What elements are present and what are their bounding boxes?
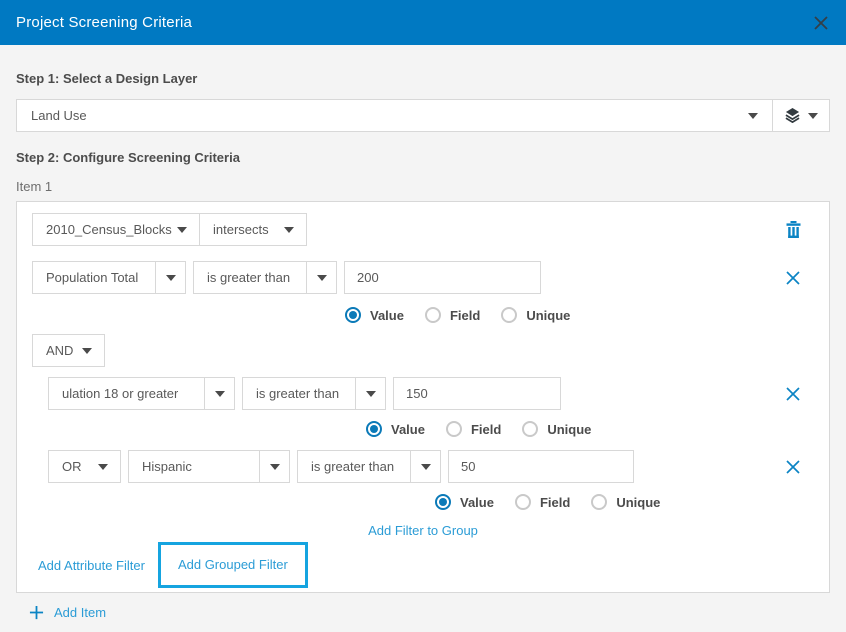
radio-value-label: Value	[391, 422, 425, 437]
design-layer-dropdown[interactable]: Land Use	[17, 100, 772, 131]
chevron-down-icon	[366, 391, 376, 397]
chevron-down-button[interactable]	[355, 378, 385, 409]
operator-select[interactable]: is greater than	[242, 377, 386, 410]
grouped-filter-row: OR Hispanic is greater than	[48, 450, 829, 483]
field-select[interactable]: Population Total	[32, 261, 186, 294]
layer-options-button[interactable]	[772, 100, 829, 131]
radio-value[interactable]	[366, 421, 382, 437]
field-value: Population Total	[33, 270, 138, 285]
design-layer-value: Land Use	[17, 108, 87, 123]
radio-value[interactable]	[345, 307, 361, 323]
radio-field-label: Field	[450, 308, 480, 323]
radio-field[interactable]	[446, 421, 462, 437]
chevron-down-icon	[177, 227, 187, 233]
spatial-operator-value: intersects	[200, 222, 269, 237]
join-operator-row: AND	[32, 334, 829, 367]
radio-unique[interactable]	[522, 421, 538, 437]
add-item-row: Add Item	[29, 605, 830, 620]
chevron-down-icon	[421, 464, 431, 470]
chevron-down-icon	[82, 348, 92, 354]
add-grouped-filter-link[interactable]: Add Grouped Filter	[178, 557, 288, 572]
dialog-title: Project Screening Criteria	[16, 14, 192, 31]
radio-unique-label: Unique	[547, 422, 591, 437]
step2-label: Step 2: Configure Screening Criteria	[16, 150, 830, 165]
chevron-down-icon	[284, 227, 294, 233]
chevron-down-button[interactable]	[306, 262, 336, 293]
filter-value-input[interactable]	[393, 377, 561, 410]
field-select[interactable]: ulation 18 or greater	[48, 377, 235, 410]
close-icon	[786, 387, 800, 401]
item-panel: 2010_Census_Blocks intersects	[16, 201, 830, 593]
dialog-body: Step 1: Select a Design Layer Land Use S…	[0, 71, 846, 620]
value-type-radio-group: Value Field Unique	[345, 307, 829, 323]
add-attribute-filter-link[interactable]: Add Attribute Filter	[38, 558, 145, 573]
join-operator-select[interactable]: OR	[48, 450, 121, 483]
radio-field-label: Field	[540, 495, 570, 510]
radio-field-label: Field	[471, 422, 501, 437]
chevron-down-icon	[215, 391, 225, 397]
focus-ring: Add Grouped Filter	[158, 542, 308, 588]
chevron-down-icon	[270, 464, 280, 470]
filter-value-input[interactable]	[448, 450, 634, 483]
add-filter-to-group-row: Add Filter to Group	[17, 522, 829, 538]
chevron-down-icon	[317, 275, 327, 281]
radio-unique[interactable]	[591, 494, 607, 510]
radio-value[interactable]	[435, 494, 451, 510]
radio-unique-label: Unique	[526, 308, 570, 323]
delete-item-button[interactable]	[784, 221, 802, 239]
chevron-down-icon	[748, 113, 758, 119]
operator-select[interactable]: is greater than	[297, 450, 441, 483]
criteria-layer-select[interactable]: 2010_Census_Blocks	[32, 213, 200, 246]
join-operator-value: OR	[49, 459, 82, 474]
radio-unique-label: Unique	[616, 495, 660, 510]
chevron-down-icon	[98, 464, 108, 470]
close-icon	[786, 460, 800, 474]
layers-icon	[785, 108, 800, 123]
remove-filter-button[interactable]	[784, 269, 802, 287]
filter-actions-row: Add Attribute Filter Add Grouped Filter	[38, 542, 829, 588]
remove-filter-button[interactable]	[784, 385, 802, 403]
radio-unique[interactable]	[501, 307, 517, 323]
chevron-down-button[interactable]	[259, 451, 289, 482]
add-filter-to-group-link[interactable]: Add Filter to Group	[368, 523, 478, 538]
dialog-header: Project Screening Criteria	[0, 0, 846, 45]
field-value: ulation 18 or greater	[49, 386, 178, 401]
chevron-down-button[interactable]	[410, 451, 440, 482]
close-icon	[786, 271, 800, 285]
project-screening-criteria-dialog: Project Screening Criteria Step 1: Selec…	[0, 0, 846, 632]
chevron-down-button[interactable]	[155, 262, 185, 293]
add-item-link[interactable]: Add Item	[54, 605, 106, 620]
remove-filter-button[interactable]	[784, 458, 802, 476]
operator-select[interactable]: is greater than	[193, 261, 337, 294]
operator-value: is greater than	[194, 270, 290, 285]
join-operator-value: AND	[33, 343, 73, 358]
field-value: Hispanic	[129, 459, 192, 474]
layer-operator-row: 2010_Census_Blocks intersects	[32, 213, 829, 246]
attribute-filter-row: Population Total is greater than	[32, 261, 829, 294]
operator-value: is greater than	[243, 386, 339, 401]
chevron-down-button[interactable]	[204, 378, 234, 409]
radio-field[interactable]	[515, 494, 531, 510]
grouped-filter-row: ulation 18 or greater is greater than	[48, 377, 829, 410]
field-select[interactable]: Hispanic	[128, 450, 290, 483]
value-type-radio-group: Value Field Unique	[435, 494, 829, 510]
design-layer-select: Land Use	[16, 99, 830, 132]
radio-field[interactable]	[425, 307, 441, 323]
spatial-operator-select[interactable]: intersects	[199, 213, 307, 246]
radio-value-label: Value	[460, 495, 494, 510]
close-icon[interactable]	[812, 14, 830, 32]
chevron-down-icon	[808, 113, 818, 119]
radio-value-label: Value	[370, 308, 404, 323]
chevron-down-icon	[166, 275, 176, 281]
item-label: Item 1	[16, 179, 830, 194]
operator-value: is greater than	[298, 459, 394, 474]
trash-icon	[786, 221, 801, 238]
value-type-radio-group: Value Field Unique	[366, 421, 829, 437]
criteria-layer-value: 2010_Census_Blocks	[33, 222, 172, 237]
filter-value-input[interactable]	[344, 261, 541, 294]
plus-icon	[29, 605, 44, 620]
step1-label: Step 1: Select a Design Layer	[16, 71, 830, 86]
join-operator-select[interactable]: AND	[32, 334, 105, 367]
